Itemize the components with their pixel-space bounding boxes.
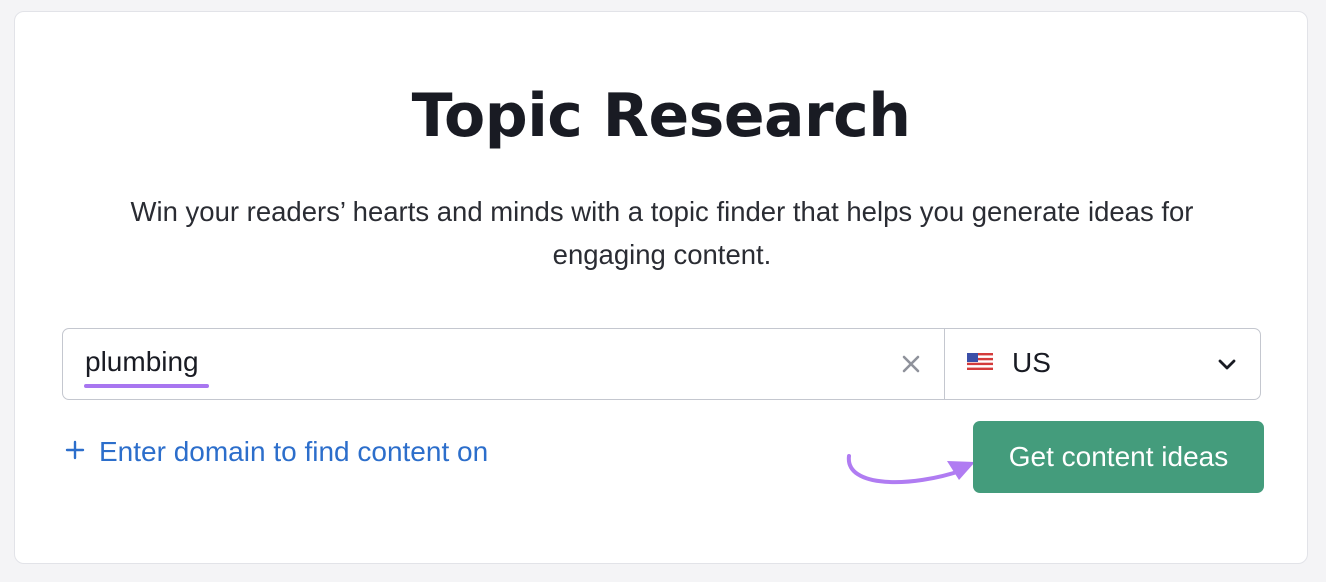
topic-research-card: Topic Research Win your readers’ hearts … [14,11,1308,564]
enter-domain-link-label: Enter domain to find content on [99,436,489,467]
plus-icon [65,440,85,460]
chevron-down-icon [1218,359,1236,370]
page-subtitle: Win your readers’ hearts and minds with … [130,196,1194,270]
country-selected-value: US [1012,347,1051,378]
pointer-arrow-icon [846,454,975,485]
enter-domain-link[interactable]: Enter domain to find content on [65,438,488,466]
keyword-highlight-underline [84,384,209,388]
close-icon[interactable] [899,352,923,376]
us-flag-icon [967,353,993,370]
country-dropdown[interactable]: US [945,329,1260,399]
search-bar: plumbing US [62,328,1261,400]
page-title: Topic Research [411,81,911,151]
keyword-input[interactable]: plumbing [85,348,199,376]
get-content-ideas-button[interactable]: Get content ideas [973,421,1264,493]
